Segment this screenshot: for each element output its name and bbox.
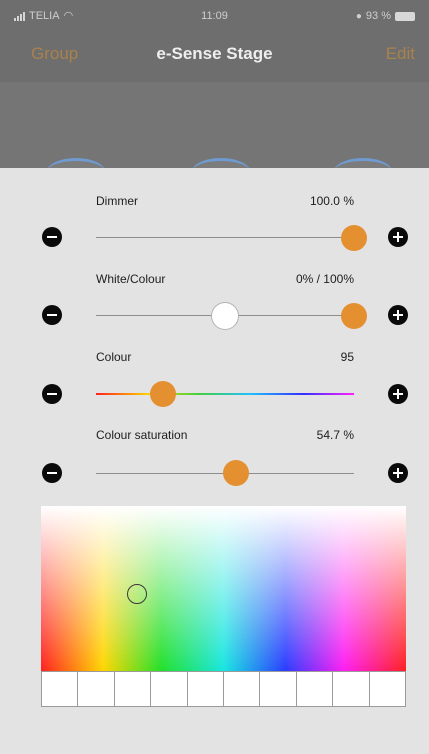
white-colour-label: White/Colour [96, 272, 166, 286]
saturation-decrease-button[interactable] [42, 463, 62, 483]
app-screen: TELIA ◠ 11:09 ● 93 % Group e-Sense Stage… [0, 0, 429, 754]
colour-picker[interactable] [41, 506, 406, 671]
picker-marker[interactable] [127, 584, 147, 604]
colour-swatch[interactable] [224, 672, 261, 706]
dimmer-label: Dimmer [96, 194, 138, 208]
colour-control: Colour 95 [0, 350, 429, 430]
white-colour-control: White/Colour 0% / 100% [0, 272, 429, 352]
colour-value: 95 [340, 350, 354, 364]
dimmer-control: Dimmer 100.0 % [0, 194, 429, 274]
colour-swatch[interactable] [114, 672, 152, 706]
status-right: ● 93 % [356, 10, 415, 22]
saturation-control: Colour saturation 54.7 % [0, 428, 429, 508]
moon-icon: ● [355, 10, 362, 22]
colour-swatch[interactable] [42, 672, 79, 706]
colour-increase-button[interactable] [388, 384, 408, 404]
colour-swatch[interactable] [296, 672, 334, 706]
colour-swatch[interactable] [187, 672, 225, 706]
colour-label: Colour [96, 350, 132, 364]
dimmer-slider-track[interactable] [96, 237, 354, 238]
dimmer-slider-thumb[interactable] [341, 225, 367, 251]
saturation-value: 54.7 % [316, 428, 354, 442]
colour-swatch[interactable] [260, 672, 297, 706]
minus-icon [47, 472, 57, 474]
dimmer-value: 100.0 % [309, 194, 354, 208]
colour-decrease-button[interactable] [42, 384, 62, 404]
colour-swatches [41, 671, 406, 707]
battery-icon [395, 11, 415, 21]
colour-mix-slider-thumb[interactable] [341, 303, 367, 329]
battery-percent: 93 % [365, 10, 391, 22]
colour-swatch[interactable] [78, 672, 115, 706]
white-colour-value: 0% / 100% [295, 272, 354, 286]
colour-swatch[interactable] [151, 672, 188, 706]
white-colour-decrease-button[interactable] [42, 305, 62, 325]
white-colour-increase-button[interactable] [388, 305, 408, 325]
colour-swatch[interactable] [333, 672, 370, 706]
page-title: e-Sense Stage [156, 44, 273, 63]
nav-bar: Group e-Sense Stage Edit [0, 40, 429, 70]
status-bar: TELIA ◠ 11:09 ● 93 % [0, 0, 429, 32]
saturation-slider-thumb[interactable] [223, 460, 249, 486]
dimmer-decrease-button[interactable] [42, 227, 62, 247]
colour-swatch[interactable] [369, 672, 406, 706]
minus-icon [47, 314, 57, 316]
saturation-label: Colour saturation [96, 428, 188, 442]
colour-slider-thumb[interactable] [150, 381, 176, 407]
saturation-increase-button[interactable] [388, 463, 408, 483]
edit-button[interactable]: Edit [386, 44, 415, 64]
minus-icon [47, 236, 57, 238]
header-band [0, 82, 429, 168]
header-overlay: TELIA ◠ 11:09 ● 93 % Group e-Sense Stage… [0, 0, 429, 185]
white-slider-thumb[interactable] [212, 303, 238, 329]
dimmer-increase-button[interactable] [388, 227, 408, 247]
minus-icon [47, 393, 57, 395]
controls-sheet: Dimmer 100.0 % White/Colour 0% / 100% Co… [0, 168, 429, 754]
colour-slider-track[interactable] [96, 393, 354, 395]
